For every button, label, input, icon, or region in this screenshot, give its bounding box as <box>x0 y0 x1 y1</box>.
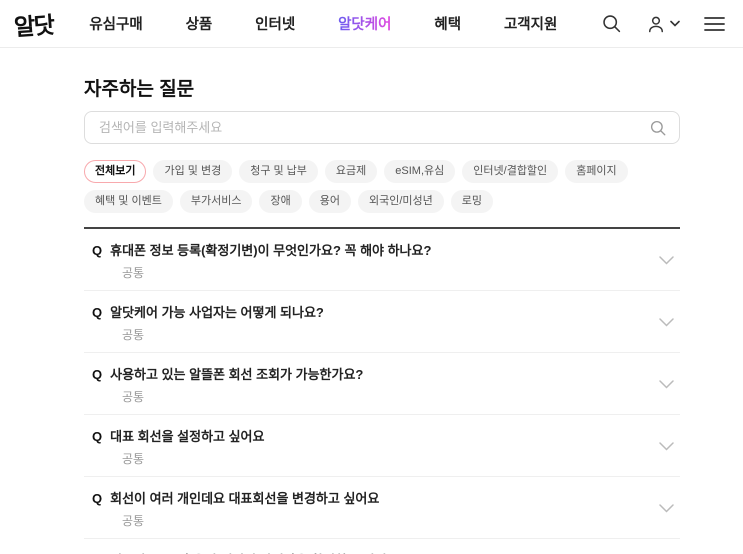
filter-chip-plans[interactable]: 요금제 <box>324 160 378 183</box>
faq-item-text: Q 알닷케어 가능 사업자는 어떻게 되나요? 공통 <box>92 304 324 342</box>
filter-chip-all[interactable]: 전체보기 <box>84 160 147 183</box>
nav-item-aldot-care[interactable]: 알닷케어 <box>338 13 391 34</box>
filter-chip-billing[interactable]: 청구 및 납부 <box>239 160 318 183</box>
q-marker: Q <box>92 367 103 382</box>
faq-category: 공통 <box>122 328 145 342</box>
filter-chip-addon-services[interactable]: 부가서비스 <box>179 190 253 213</box>
filter-chip-internet-bundle[interactable]: 인터넷/결합할인 <box>462 160 559 183</box>
faq-category: 공통 <box>122 514 145 528</box>
search-input[interactable] <box>85 112 679 143</box>
faq-item[interactable]: Q 회선이 여러 개인데요 대표회선을 변경하고 싶어요 공통 <box>84 477 680 539</box>
faq-question: 휴대폰 정보 등록(확정기변)이 무엇인가요? 꼭 해야 하나요? <box>110 243 432 258</box>
faq-page: 자주하는 질문 전체보기 가입 및 변경 청구 및 납부 요금제 eSIM,유심… <box>84 78 680 554</box>
nav-item-customer-support[interactable]: 고객지원 <box>504 13 557 34</box>
menu-icon[interactable] <box>704 16 725 32</box>
nav-item-benefits[interactable]: 혜택 <box>434 13 461 34</box>
faq-item-text: Q 휴대폰 정보 등록(확정기변)이 무엇인가요? 꼭 해야 하나요? 공통 <box>92 242 431 280</box>
nav-item-internet[interactable]: 인터넷 <box>255 13 295 34</box>
faq-item-text: Q 대표 회선을 설정하고 싶어요 공통 <box>92 428 264 466</box>
chevron-down-icon[interactable] <box>659 252 674 270</box>
chevron-down-icon[interactable] <box>659 500 674 518</box>
nav-item-usim-purchase[interactable]: 유심구매 <box>89 13 142 34</box>
faq-category: 공통 <box>122 266 145 280</box>
filter-chip-homepage[interactable]: 홈페이지 <box>565 160 628 183</box>
faq-item-text: Q 회선이 여러 개인데요 대표회선을 변경하고 싶어요 공통 <box>92 490 379 528</box>
faq-list: Q 휴대폰 정보 등록(확정기변)이 무엇인가요? 꼭 해야 하나요? 공통 Q… <box>84 227 680 554</box>
faq-item[interactable]: Q 대표 회선을 설정하고 싶어요 공통 <box>84 415 680 477</box>
filter-chip-disability[interactable]: 장애 <box>259 190 302 213</box>
q-marker: Q <box>92 305 103 320</box>
account-menu[interactable] <box>646 14 680 34</box>
filter-chip-join-change[interactable]: 가입 및 변경 <box>153 160 233 183</box>
faq-item[interactable]: Q 알닷케어 가능 사업자는 어떻게 되나요? 공통 <box>84 291 680 353</box>
faq-item[interactable]: Q 실시간 요금 및 음성/데이터 잔여량을 확인하고 싶어요. 공통 <box>84 539 680 554</box>
faq-category: 공통 <box>122 390 145 404</box>
q-marker: Q <box>92 491 103 506</box>
top-navigation-bar: 알닷 유심구매 상품 인터넷 알닷케어 혜택 고객지원 <box>0 0 743 48</box>
faq-item[interactable]: Q 사용하고 있는 알뜰폰 회선 조회가 가능한가요? 공통 <box>84 353 680 415</box>
chevron-down-icon <box>670 20 680 27</box>
faq-search-box <box>84 111 680 144</box>
aldot-logo[interactable]: 알닷 <box>13 5 55 42</box>
filter-chip-benefits-events[interactable]: 혜택 및 이벤트 <box>84 190 173 213</box>
header-icon-group <box>601 13 725 34</box>
chevron-down-icon[interactable] <box>659 376 674 394</box>
faq-question: 회선이 여러 개인데요 대표회선을 변경하고 싶어요 <box>110 491 380 506</box>
faq-question: 대표 회선을 설정하고 싶어요 <box>110 429 265 444</box>
chevron-down-icon[interactable] <box>659 438 674 456</box>
faq-question: 사용하고 있는 알뜰폰 회선 조회가 가능한가요? <box>110 367 364 382</box>
filter-chip-roaming[interactable]: 로밍 <box>450 190 493 213</box>
q-marker: Q <box>92 243 103 258</box>
search-icon[interactable] <box>601 13 622 34</box>
main-nav: 유심구매 상품 인터넷 알닷케어 혜택 고객지원 <box>89 13 557 34</box>
filter-chip-esim-usim[interactable]: eSIM,유심 <box>384 160 456 183</box>
chevron-down-icon[interactable] <box>659 314 674 332</box>
user-icon <box>646 14 666 34</box>
faq-question: 알닷케어 가능 사업자는 어떻게 되나요? <box>110 305 324 320</box>
faq-category: 공통 <box>122 452 145 466</box>
search-submit-icon[interactable] <box>649 119 667 142</box>
filter-chip-terms[interactable]: 용어 <box>308 190 351 213</box>
nav-item-products[interactable]: 상품 <box>186 13 213 34</box>
faq-category-filters: 전체보기 가입 및 변경 청구 및 납부 요금제 eSIM,유심 인터넷/결합할… <box>84 160 684 213</box>
faq-item-text: Q 사용하고 있는 알뜰폰 회선 조회가 가능한가요? 공통 <box>92 366 363 404</box>
q-marker: Q <box>92 429 103 444</box>
faq-item[interactable]: Q 휴대폰 정보 등록(확정기변)이 무엇인가요? 꼭 해야 하나요? 공통 <box>84 229 680 291</box>
filter-chip-foreigner-minor[interactable]: 외국인/미성년 <box>357 190 444 213</box>
page-title: 자주하는 질문 <box>84 79 195 100</box>
